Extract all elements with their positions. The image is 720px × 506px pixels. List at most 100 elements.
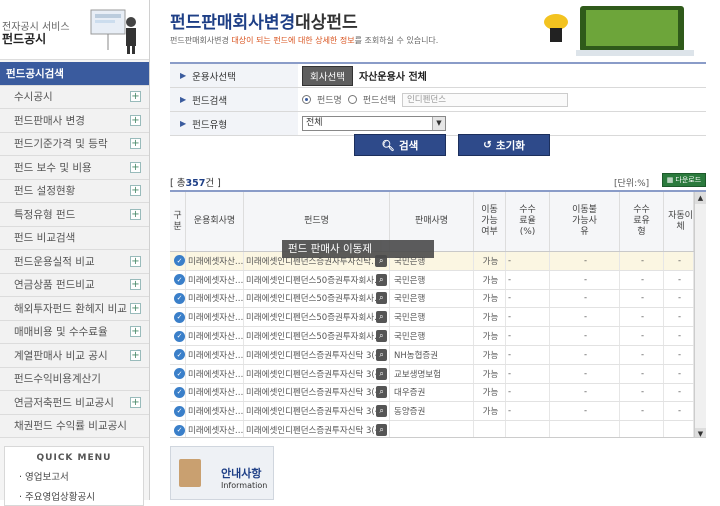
cell-company: 미래에셋자산…: [186, 327, 244, 345]
notice-title: 안내사항: [221, 467, 262, 480]
check-icon[interactable]: ✓: [174, 292, 185, 304]
plus-icon[interactable]: +: [130, 349, 141, 361]
check-icon[interactable]: ✓: [174, 255, 185, 267]
plus-icon[interactable]: +: [130, 208, 141, 220]
cell-fee: -: [506, 364, 550, 383]
page-title: 펀드판매회사변경대상펀드: [170, 8, 358, 33]
plus-icon[interactable]: +: [130, 255, 141, 267]
fund-name[interactable]: 미래에셋인디펜던스50증권투자회사…: [246, 274, 376, 286]
form-buttons: 🔍︎ 검색 ↺ 초기화: [354, 134, 550, 156]
fund-name[interactable]: 미래에셋인디펜던스증권투자신탁 3(주…: [246, 405, 376, 417]
cell-company: 미래에셋자산…: [186, 308, 244, 327]
cell-fee: -: [506, 402, 550, 421]
magnifier-icon[interactable]: ⌕: [375, 292, 387, 305]
sidebar-item-14[interactable]: 연금저축펀드 비교공시 +: [0, 391, 149, 415]
cell-reason: -: [550, 252, 620, 270]
total-count: 357: [185, 178, 206, 189]
fund-name[interactable]: 미래에셋인디펜던스증권투자신탁 3(주…: [246, 424, 376, 436]
table-row[interactable]: ✓ 미래에셋자산… 미래에셋인디펜던스50증권투자회사… ⌕ 국민은행 가능 - - - -: [170, 308, 706, 328]
selected-company: 자산운용사 전체: [358, 72, 427, 83]
fund-name[interactable]: 미래에셋인디펜던스증권투자신탁 3(주…: [246, 386, 376, 398]
table-row[interactable]: ✓미래에셋자산…미래에셋인디펜던스증권투자신탁 3(주…⌕: [170, 421, 706, 437]
plus-icon[interactable]: +: [130, 138, 141, 150]
table-row[interactable]: ✓ 미래에셋자산… 미래에셋인디펜던스50증권투자회사… ⌕ 국민은행 가능 - - - -: [170, 327, 706, 346]
table-row[interactable]: ✓미래에셋자산…미래에셋인디펜던스증권투자신탁 3(주…⌕대우증권가능----: [170, 383, 706, 403]
sidebar-item-0[interactable]: 펀드공시검색: [0, 62, 149, 86]
magnifier-icon[interactable]: ⌕: [375, 273, 387, 286]
sidebar-item-8[interactable]: 펀드운용실적 비교 +: [0, 250, 149, 274]
magnifier-icon[interactable]: ⌕: [375, 330, 387, 343]
fund-name[interactable]: 미래에셋인디펜던스50증권투자회사…: [246, 330, 376, 342]
plus-icon[interactable]: +: [130, 279, 141, 291]
quick-menu-item-business-report[interactable]: · 영업보고서: [5, 469, 143, 483]
col-fee[interactable]: 수수료율(%): [506, 192, 550, 251]
sidebar-item-12[interactable]: 계열판매사 비교 공시 +: [0, 344, 149, 368]
sidebar-item-5[interactable]: 펀드 설정현황 +: [0, 179, 149, 203]
col-auto[interactable]: 자동이체: [664, 192, 694, 251]
search-button-label: 검색: [399, 139, 419, 152]
sidebar-item-4[interactable]: 펀드 보수 및 비용 +: [0, 156, 149, 180]
scroll-up-icon[interactable]: ▲: [695, 192, 706, 204]
search-button[interactable]: 🔍︎ 검색: [354, 134, 446, 156]
check-icon[interactable]: ✓: [174, 349, 185, 361]
scroll-down-icon[interactable]: ▼: [695, 428, 706, 437]
sidebar-item-2[interactable]: 펀드판매사 변경 +: [0, 109, 149, 133]
magnifier-icon[interactable]: ⌕: [376, 386, 387, 399]
magnifier-icon[interactable]: ⌕: [376, 348, 387, 361]
fund-name[interactable]: 미래에셋인디펜던스50증권투자회사…: [246, 311, 376, 323]
magnifier-icon[interactable]: ⌕: [376, 424, 387, 437]
grid-scrollbar[interactable]: ▲ ▼: [694, 192, 706, 437]
radio-fund-name[interactable]: [302, 95, 311, 104]
radio-fund-select[interactable]: [347, 95, 357, 104]
check-icon[interactable]: ✓: [174, 368, 185, 380]
plus-icon[interactable]: +: [130, 161, 141, 173]
sidebar-item-9[interactable]: 연금상품 펀드비교 +: [0, 273, 149, 297]
plus-icon[interactable]: +: [130, 326, 141, 338]
sidebar-item-7[interactable]: 펀드 비교검색: [0, 226, 149, 250]
sidebar-item-3[interactable]: 펀드기준가격 및 등락 +: [0, 132, 149, 156]
plus-icon[interactable]: +: [130, 91, 141, 103]
magnifier-icon[interactable]: ⌕: [375, 311, 387, 324]
check-icon[interactable]: ✓: [174, 311, 185, 323]
check-icon[interactable]: ✓: [174, 405, 185, 417]
sidebar-item-10[interactable]: 해외투자펀드 환헤지 비교 +: [0, 297, 149, 321]
table-row[interactable]: ✓미래에셋자산…미래에셋인디펜던스증권투자신탁 3(주…⌕동양증권가능----: [170, 402, 706, 422]
sidebar-item-11[interactable]: 매매비용 및 수수료율 +: [0, 320, 149, 344]
sidebar-item-1[interactable]: 수시공시 +: [0, 85, 149, 109]
table-row[interactable]: ✓미래에셋자산…미래에셋인디펜던스증권투자신탁 3(주…⌕교보생명보험가능---…: [170, 364, 706, 384]
magnifier-icon[interactable]: ⌕: [376, 405, 387, 418]
check-icon[interactable]: ✓: [174, 386, 185, 398]
plus-icon[interactable]: +: [130, 185, 141, 197]
fund-search-input[interactable]: 인디펜던스: [401, 92, 568, 107]
col-company[interactable]: 운용회사명: [186, 192, 244, 251]
cell-movable: 가능: [474, 308, 506, 327]
col-reason[interactable]: 이동불가능사유: [550, 192, 620, 251]
plus-icon[interactable]: +: [130, 302, 141, 314]
col-select: 구분: [170, 192, 186, 251]
table-row[interactable]: ✓ 미래에셋자산… 미래에셋인디펜던스50증권투자회사… ⌕ 국민은행 가능 - - - -: [170, 270, 706, 290]
sidebar-item-6[interactable]: 특정유형 펀드 +: [0, 203, 149, 227]
cell-fee: [506, 421, 550, 437]
page-title-suffix: 대상펀드: [295, 13, 358, 33]
fund-name[interactable]: 미래에셋인디펜던스증권투자신탁 3(주…: [246, 368, 376, 380]
sidebar-item-15[interactable]: 채권펀드 수익률 비교공시: [0, 414, 149, 438]
quick-menu-item-major-status[interactable]: · 주요영업상황공시: [5, 489, 143, 503]
reset-button[interactable]: ↺ 초기화: [458, 134, 550, 156]
check-icon[interactable]: ✓: [174, 330, 185, 342]
table-row[interactable]: ✓미래에셋자산…미래에셋인디펜던스증권투자신탁 3(주…⌕NH농협증권가능---…: [170, 345, 706, 365]
select-company-button[interactable]: 회사선택: [302, 65, 353, 86]
plus-icon[interactable]: +: [130, 114, 141, 126]
fund-name[interactable]: 미래에셋인디펜던스증권투자신탁 3(주…: [246, 349, 376, 361]
fund-name[interactable]: 미래에셋인디펜던스50증권투자회사…: [246, 292, 376, 304]
magnifier-icon[interactable]: ⌕: [376, 367, 387, 380]
col-movable[interactable]: 이동가능여부: [474, 192, 506, 251]
fund-type-select[interactable]: 전체 ▼: [302, 116, 446, 131]
table-row[interactable]: ✓ 미래에셋자산… 미래에셋인디펜던스증권자투자신탁… ⌕ 국민은행 가능 - - - -: [170, 252, 706, 271]
check-icon[interactable]: ✓: [174, 424, 185, 436]
plus-icon[interactable]: +: [130, 396, 141, 408]
download-button[interactable]: ▦ 다운로드: [662, 173, 706, 187]
check-icon[interactable]: ✓: [174, 274, 185, 286]
sidebar-item-13[interactable]: 펀드수익비용계산기: [0, 367, 149, 391]
col-fee-type[interactable]: 수수료유형: [620, 192, 664, 251]
table-row[interactable]: ✓ 미래에셋자산… 미래에셋인디펜던스50증권투자회사… ⌕ 국민은행 가능 - - - -: [170, 289, 706, 309]
